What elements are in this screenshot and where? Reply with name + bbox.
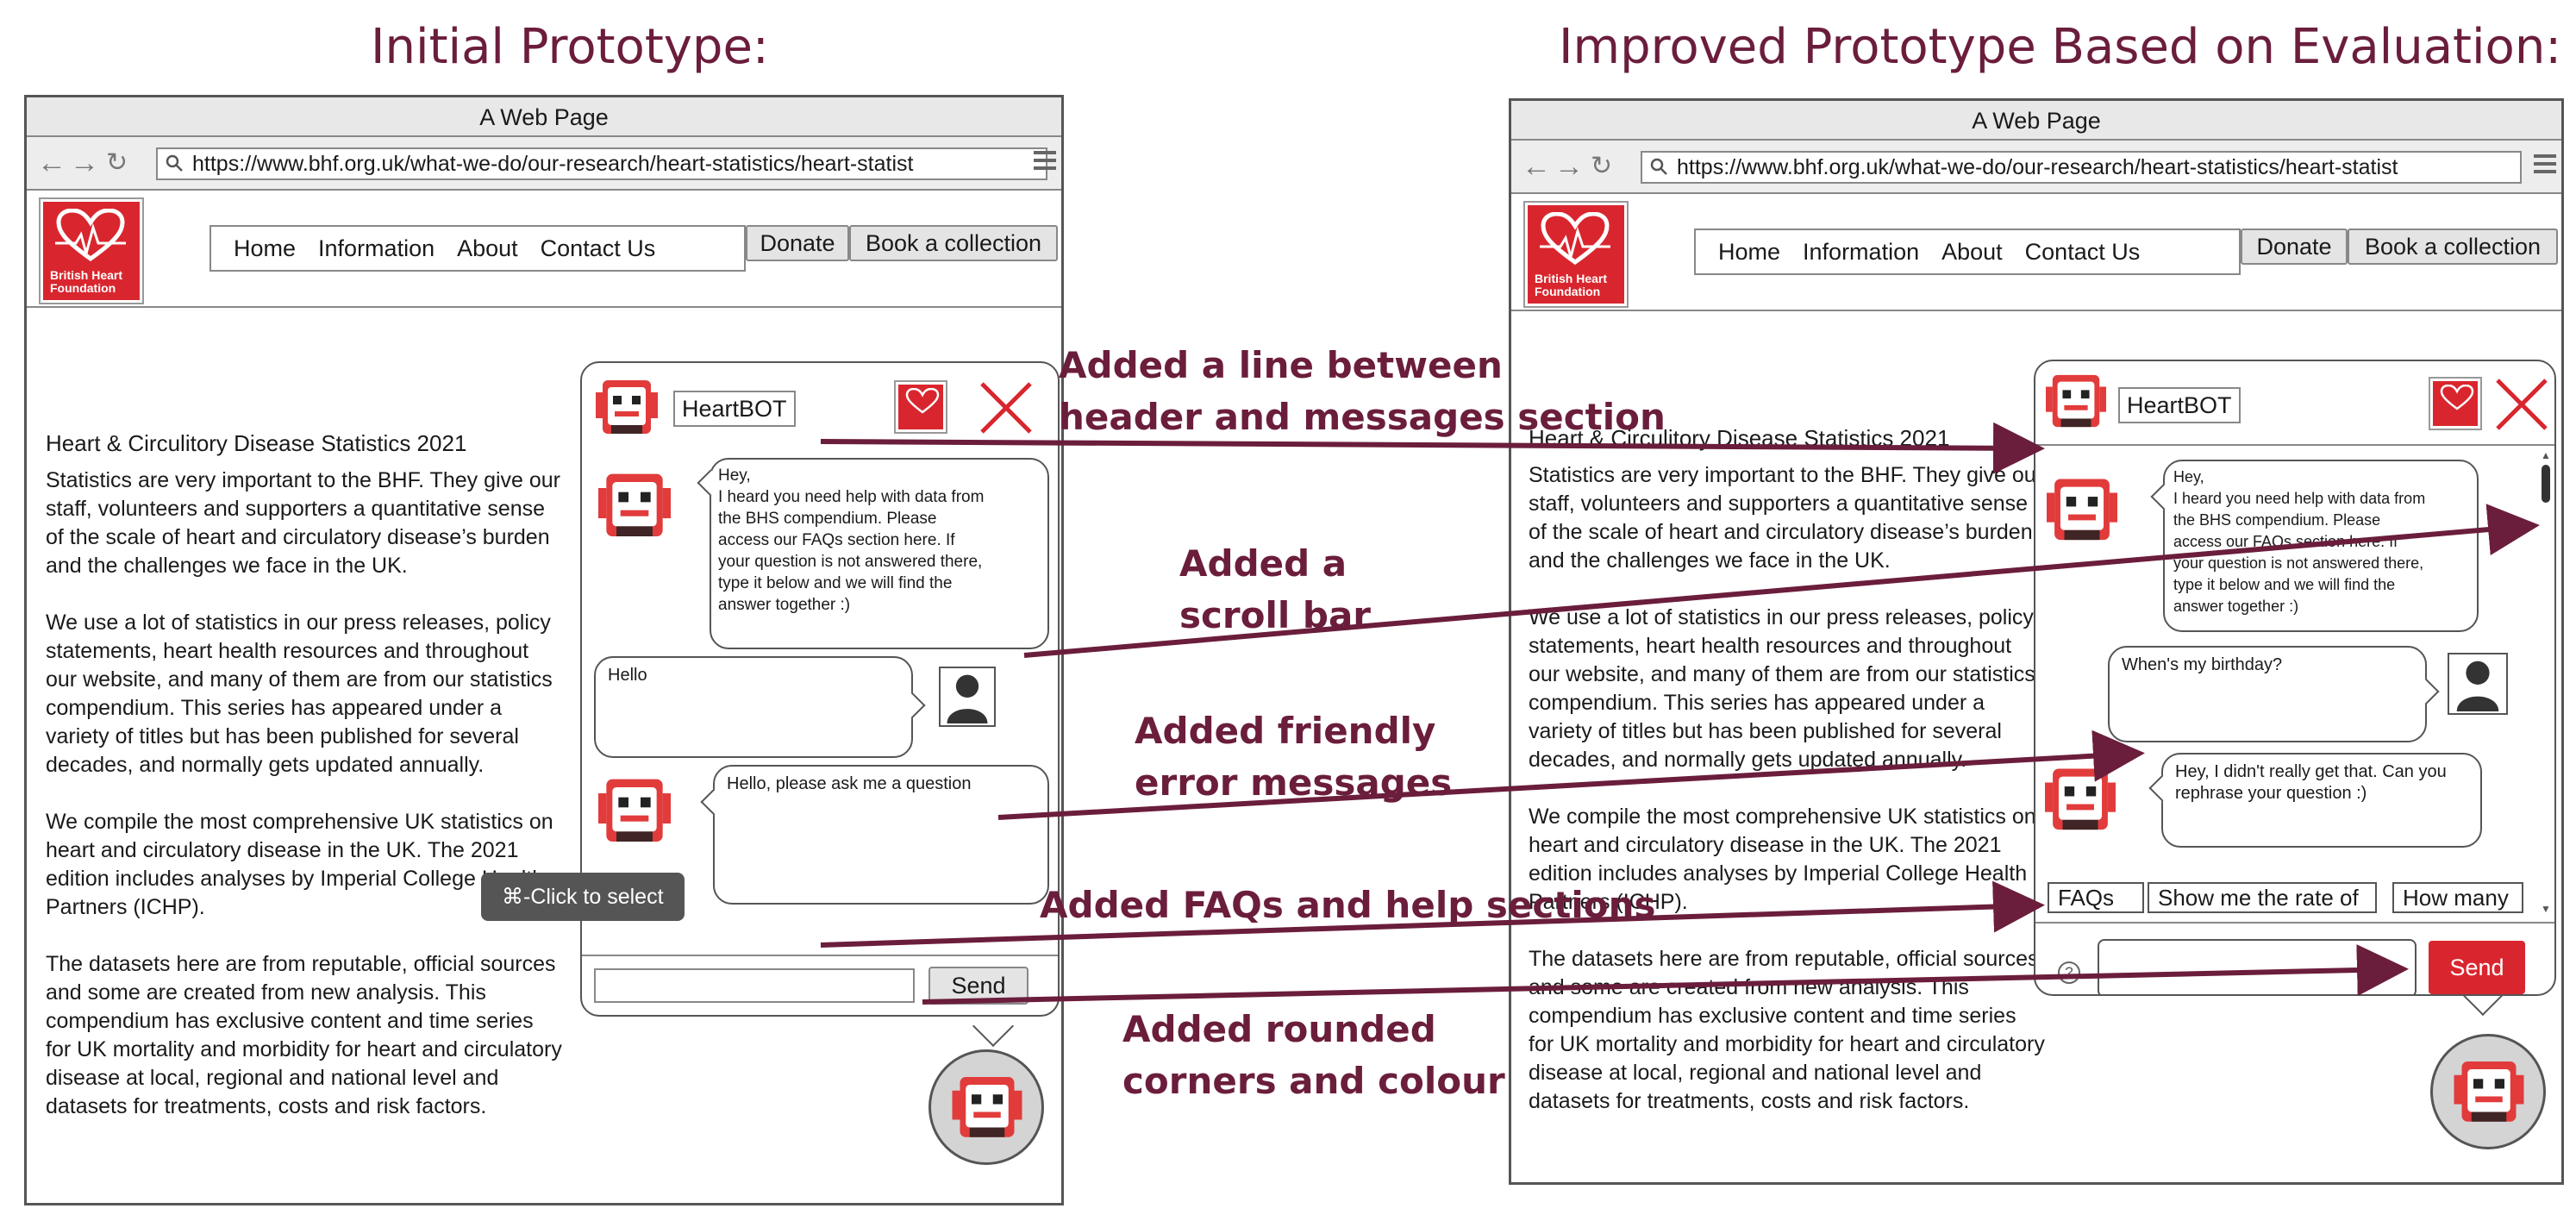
faq-chip-how-many[interactable]: How many [2392,882,2523,913]
paragraph: The datasets here are from reputable, of… [46,952,562,1118]
book-collection-button[interactable]: Book a collection [2348,229,2558,265]
browser-toolbar: ← → ↻ https://www.bhf.org.uk/what-we-do/… [27,137,1061,191]
annotation-rounded-corners: Added rounded corners and colour [1122,1008,1505,1102]
reload-icon[interactable]: ↻ [1591,149,1612,184]
arrow-left-icon[interactable]: ← [37,146,66,180]
faq-chip-faqs[interactable]: FAQs [2048,882,2144,913]
bhf-logo[interactable]: British Heart Foundation [1523,201,1629,308]
left-heading: Initial Prototype: [371,19,769,75]
paragraph: We use a lot of statistics in our press … [46,610,553,777]
input-divider [582,955,1058,956]
site-header: British Heart Foundation Home Information A… [27,191,1061,308]
window-title: A Web Page [1511,101,2561,141]
bot-greeting-bubble: Hey, I heard you need help with data from… [2150,460,2479,632]
hamburger-menu-icon[interactable] [2534,154,2556,177]
page-body: Statistics are very important to the BHF… [46,466,562,1149]
paragraph: Statistics are very important to the BHF… [1529,463,2044,573]
bot-name: HeartBOT [2118,387,2241,423]
annotation-error-messages: Added friendly error messages [1135,710,1453,804]
bot-error-reply-bubble: Hey, I didn't really get that. Can you re… [2148,753,2482,848]
nav-home[interactable]: Home [1718,239,1780,265]
bot-avatar-icon [2041,765,2120,836]
bot-avatar-icon [2042,475,2122,546]
url-bar[interactable]: https://www.bhf.org.uk/what-we-do/our-re… [156,147,1047,180]
message-input[interactable] [594,968,915,1003]
user-avatar-icon [2448,653,2508,715]
page-body: Statistics are very important to the BHF… [1529,461,2045,1144]
nav-information[interactable]: Information [318,235,435,261]
paragraph: Statistics are very important to the BHF… [46,468,561,578]
window-title: A Web Page [27,97,1061,137]
paragraph: We use a lot of statistics in our press … [1529,605,2035,772]
help-icon[interactable]: ? [2058,961,2080,984]
nav-about[interactable]: About [1941,239,2003,265]
url-bar[interactable]: https://www.bhf.org.uk/what-we-do/our-re… [1641,151,2522,184]
click-to-select-tooltip: ⌘-Click to select [481,873,685,921]
header-divider [2035,444,2554,446]
user-message-bubble: Hello [594,656,926,758]
main-nav: Home Information About Contact Us [1694,229,2241,275]
right-heading: Improved Prototype Based on Evaluation: [1559,19,2562,75]
browser-toolbar: ← → ↻ https://www.bhf.org.uk/what-we-do/… [1511,141,2561,194]
send-button[interactable]: Send [928,967,1029,1005]
improved-prototype-browser: A Web Page ← → ↻ https://www.bhf.org.uk/… [1509,98,2564,1185]
chat-launcher-button[interactable] [928,1049,1044,1165]
page-title: Heart & Circulitory Disease Statistics 2… [46,430,467,456]
bot-avatar-icon [594,775,675,848]
mini-bhf-logo-icon [894,380,947,434]
bot-name: HeartBOT [673,391,796,427]
book-collection-button[interactable]: Book a collection [849,225,1058,261]
nav-about[interactable]: About [457,235,518,261]
donate-button[interactable]: Donate [2241,229,2348,265]
annotation-faqs-help: Added FAQs and help sections [1040,884,1656,926]
user-avatar-icon [939,667,996,727]
nav-contact-us[interactable]: Contact Us [2025,239,2141,265]
url-text: https://www.bhf.org.uk/what-we-do/our-re… [192,152,914,176]
scrollbar-thumb [2542,465,2550,503]
search-icon [1650,158,1667,175]
url-text: https://www.bhf.org.uk/what-we-do/our-re… [1677,155,2398,179]
bhf-logo[interactable]: British Heart Foundation [39,197,144,304]
bot-avatar-icon [592,377,661,439]
faq-chip-rate[interactable]: Show me the rate of [2148,882,2377,913]
donate-button[interactable]: Donate [746,225,849,261]
logo-text-line2: Foundation [50,281,116,295]
user-message-bubble: When's my birthday? [2108,646,2440,742]
site-header: British Heart Foundation Home Information A… [1511,194,2561,311]
bot-avatar-icon [594,470,675,542]
annotation-scroll-bar: Added a scroll bar [1179,542,1371,636]
close-icon[interactable] [979,380,1034,435]
nav-information[interactable]: Information [1803,239,1919,265]
initial-prototype-browser: A Web Page ← → ↻ https://www.bhf.org.uk/… [24,95,1064,1205]
input-divider [2035,922,2554,924]
main-nav: Home Information About Contact Us [209,225,746,272]
nav-home[interactable]: Home [234,235,296,261]
logo-text-line1: British Heart [50,268,123,282]
paragraph: The datasets here are from reputable, of… [1529,947,2045,1113]
hamburger-menu-icon[interactable] [1034,151,1056,173]
chat-launcher-button[interactable] [2430,1034,2546,1149]
reload-icon[interactable]: ↻ [106,146,128,180]
annotation-header-line: Added a line between header and messages … [1059,344,1666,438]
arrow-right-icon[interactable]: → [70,146,99,180]
close-icon[interactable] [2494,377,2549,432]
logo-text-line1: British Heart [1535,272,1608,285]
mini-bhf-logo-icon [2429,377,2482,430]
bot-greeting-bubble: Hey, I heard you need help with data from… [697,458,1049,649]
nav-contact-us[interactable]: Contact Us [541,235,656,261]
send-button[interactable]: Send [2429,941,2525,994]
arrow-left-icon[interactable]: ← [1522,149,1551,184]
message-input[interactable] [2098,939,2417,994]
chat-scrollbar[interactable]: ▲ ▼ [2539,449,2553,915]
search-icon [166,154,183,172]
logo-text-line2: Foundation [1535,285,1601,298]
bot-avatar-icon [2042,372,2110,432]
arrow-right-icon[interactable]: → [1554,149,1584,184]
chat-window-improved: HeartBOT Hey, I heard you need help with … [2034,360,2556,996]
bot-reply-bubble: Hello, please ask me a question [700,765,1049,905]
